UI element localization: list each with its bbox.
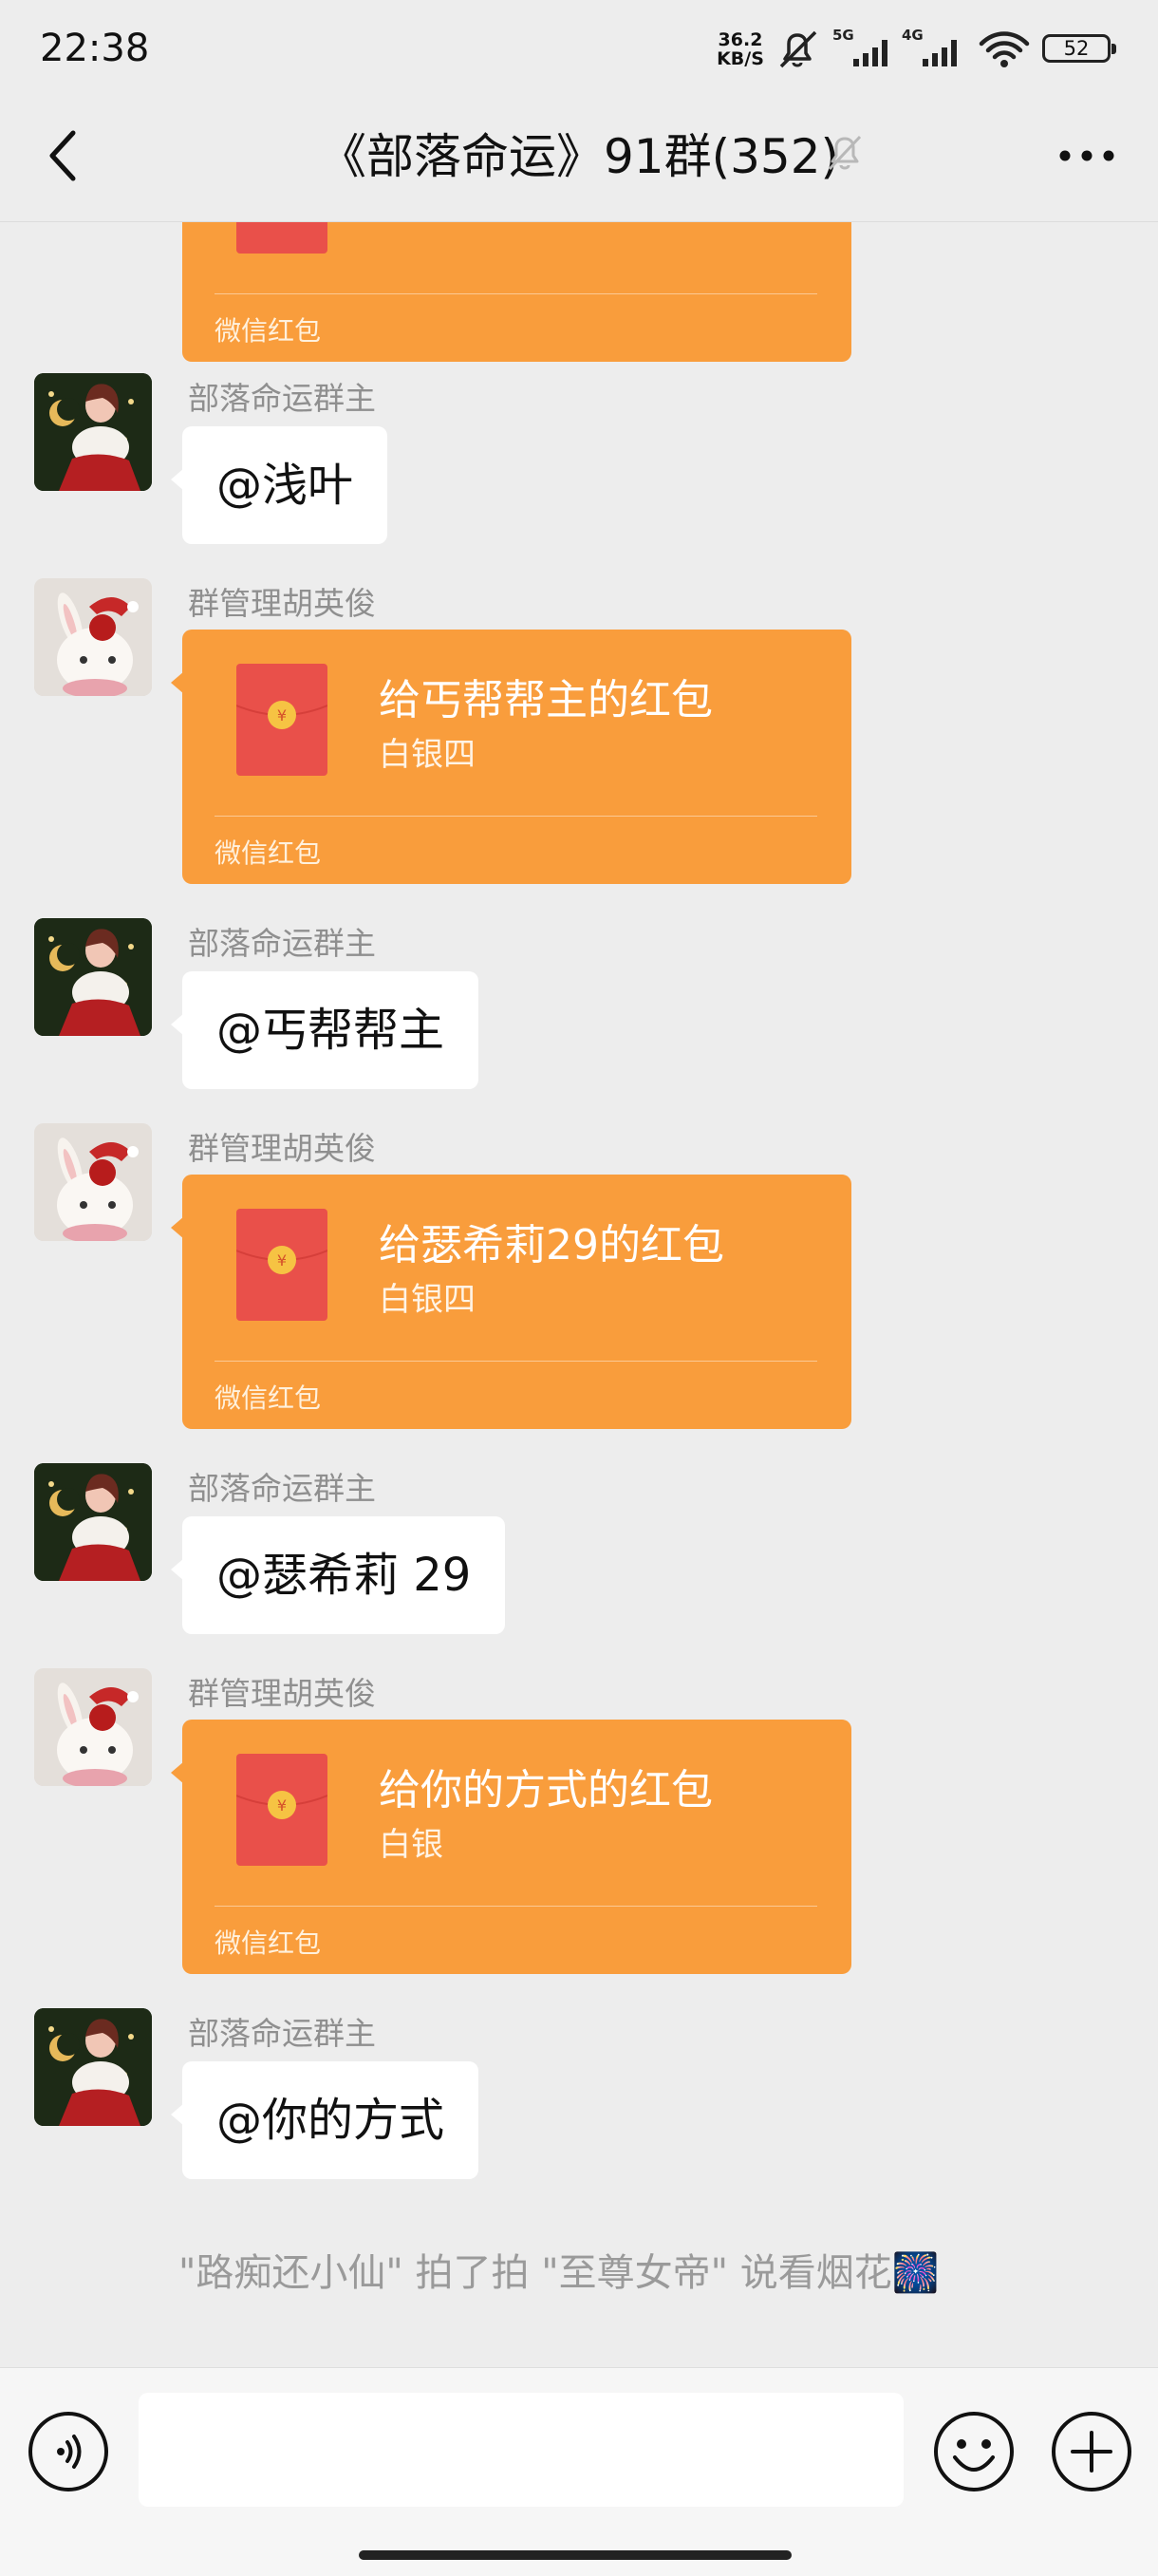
signal-4g-icon: 4G: [902, 27, 966, 76]
sender-name: 部落命运群主: [188, 380, 376, 417]
voice-button[interactable]: [27, 2410, 110, 2497]
avatar-group-admin[interactable]: [34, 578, 152, 696]
red-packet-footer: 微信红包: [215, 315, 322, 347]
chat-header: 《部落命运》91群(352): [0, 100, 1158, 222]
net1-label: 5G: [832, 27, 854, 44]
sender-name: 部落命运群主: [188, 2015, 376, 2052]
red-packet-title: 给瑟希莉29的红包: [379, 1221, 724, 1269]
chat-message-list[interactable]: 微信红包 部落命运群主 @浅叶 群管理胡英俊 ¥ 给丐帮帮主的红包 白银四 微信…: [0, 221, 1158, 2367]
sender-name: 群管理胡英俊: [188, 1130, 376, 1167]
red-packet-divider: [215, 293, 817, 294]
red-packet-message[interactable]: ¥ 给瑟希莉29的红包 白银四 微信红包: [171, 1175, 851, 1429]
red-envelope-icon: [236, 221, 327, 257]
status-time: 22:38: [40, 27, 150, 70]
red-packet-subtitle: 白银四: [379, 736, 476, 774]
wifi-icon: [978, 27, 1031, 76]
bell-off-icon: [824, 131, 866, 179]
input-bar: [0, 2367, 1158, 2576]
net-speed-unit: KB/S: [717, 48, 764, 69]
red-packet-divider: [215, 1361, 817, 1362]
battery-indicator: 52: [1042, 34, 1116, 63]
avatar-group-admin[interactable]: [34, 1123, 152, 1241]
red-packet-footer: 微信红包: [215, 1382, 322, 1414]
home-indicator[interactable]: [359, 2550, 792, 2560]
svg-text:¥: ¥: [277, 1251, 287, 1269]
avatar-group-admin[interactable]: [34, 1668, 152, 1786]
svg-text:¥: ¥: [277, 1796, 287, 1814]
more-horizontal-icon: [1058, 148, 1115, 166]
sender-name: 部落命运群主: [188, 925, 376, 962]
emoji-button[interactable]: [932, 2410, 1016, 2497]
net-speed-value: 36.2: [718, 29, 763, 50]
system-message: "路痴还小仙" 拍了拍 "至尊女帝" 说看烟花🎆: [178, 2251, 940, 2295]
signal-5g-icon: 5G: [832, 27, 897, 76]
red-packet-message[interactable]: 微信红包: [182, 221, 851, 362]
red-envelope-icon: ¥: [235, 1754, 328, 1870]
sender-name: 群管理胡英俊: [188, 585, 376, 622]
red-packet-message[interactable]: ¥ 给你的方式的红包 白银 微信红包: [171, 1720, 851, 1974]
red-packet-divider: [215, 1906, 817, 1907]
red-packet-footer: 微信红包: [215, 1927, 322, 1959]
red-envelope-icon: ¥: [235, 1209, 328, 1325]
silent-icon: [774, 27, 821, 76]
avatar-group-owner[interactable]: [34, 1463, 152, 1581]
avatar-group-owner[interactable]: [34, 2008, 152, 2126]
red-packet-divider: [215, 816, 817, 817]
svg-text:¥: ¥: [277, 706, 287, 724]
more-button[interactable]: [1054, 128, 1120, 185]
plus-icon: [1050, 2412, 1133, 2497]
red-packet-footer: 微信红包: [215, 837, 322, 869]
sender-name: 部落命运群主: [188, 1470, 376, 1507]
text-message-bubble[interactable]: @丐帮帮主: [170, 971, 479, 1089]
red-packet-message[interactable]: ¥ 给丐帮帮主的红包 白银四 微信红包: [171, 630, 851, 884]
text-message-bubble[interactable]: @瑟希莉 29: [170, 1516, 506, 1634]
text-message-bubble[interactable]: @你的方式: [170, 2061, 479, 2179]
avatar-group-owner[interactable]: [34, 918, 152, 1036]
text-message-bubble[interactable]: @浅叶: [170, 426, 388, 544]
emoji-icon: [932, 2412, 1016, 2497]
voice-icon: [27, 2412, 110, 2497]
sender-name: 群管理胡英俊: [188, 1675, 376, 1712]
avatar-group-owner[interactable]: [34, 373, 152, 491]
more-actions-button[interactable]: [1050, 2410, 1133, 2497]
chat-title: 《部落命运》91群(352): [318, 129, 840, 184]
net-speed: 36.2 KB/S: [712, 30, 769, 68]
red-packet-title: 给你的方式的红包: [379, 1766, 713, 1814]
red-packet-subtitle: 白银四: [379, 1281, 476, 1319]
status-bar: 22:38 36.2 KB/S 5G 4G 52: [0, 0, 1158, 100]
message-input[interactable]: [139, 2393, 904, 2507]
red-envelope-icon: ¥: [235, 664, 328, 780]
red-packet-subtitle: 白银: [379, 1826, 443, 1864]
red-packet-title: 给丐帮帮主的红包: [379, 676, 713, 724]
net2-label: 4G: [902, 27, 924, 44]
